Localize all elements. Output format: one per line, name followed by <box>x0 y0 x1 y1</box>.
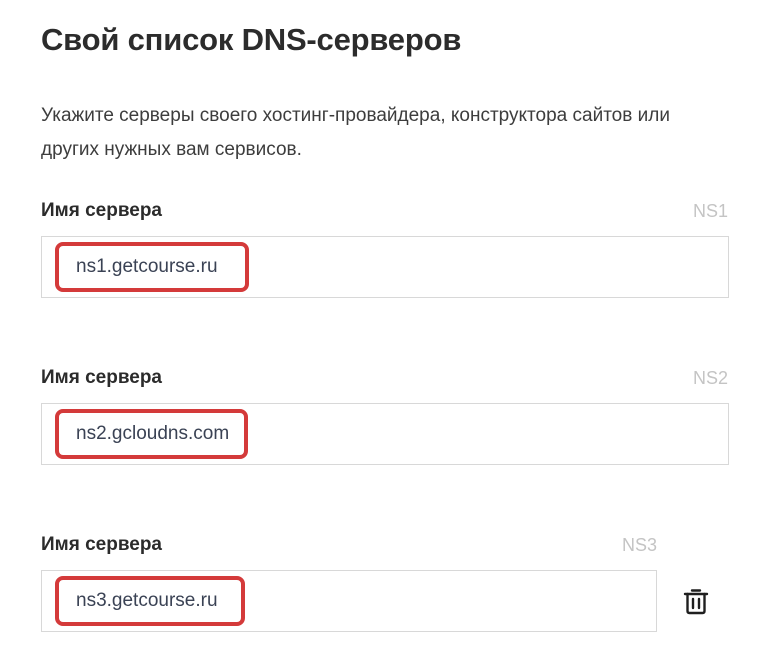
page-title: Свой список DNS-серверов <box>41 22 462 57</box>
server-2-label: Имя сервера <box>41 367 162 388</box>
server-2-value[interactable]: ns2.gcloudns.com <box>76 423 229 445</box>
delete-server-3-button[interactable] <box>683 587 709 615</box>
server-1-highlight: ns1.getcourse.ru <box>55 242 249 292</box>
trash-icon <box>683 589 709 615</box>
server-2-tag: NS2 <box>692 368 728 388</box>
server-1-tag: NS1 <box>692 201 728 221</box>
server-3-input[interactable]: ns3.getcourse.ru <box>41 570 657 632</box>
server-1-input[interactable]: ns1.getcourse.ru <box>41 236 729 298</box>
server-2-highlight: ns2.gcloudns.com <box>55 409 248 459</box>
server-3-value[interactable]: ns3.getcourse.ru <box>76 590 218 612</box>
page-description: Укажите серверы своего хостинг-провайдер… <box>41 105 670 160</box>
server-3-label: Имя сервера <box>41 534 162 555</box>
server-1-value[interactable]: ns1.getcourse.ru <box>76 256 218 278</box>
server-3-tag: NS3 <box>621 535 657 555</box>
server-2-input[interactable]: ns2.gcloudns.com <box>41 403 729 465</box>
server-1-label: Имя сервера <box>41 200 162 221</box>
server-3-highlight: ns3.getcourse.ru <box>55 576 245 626</box>
